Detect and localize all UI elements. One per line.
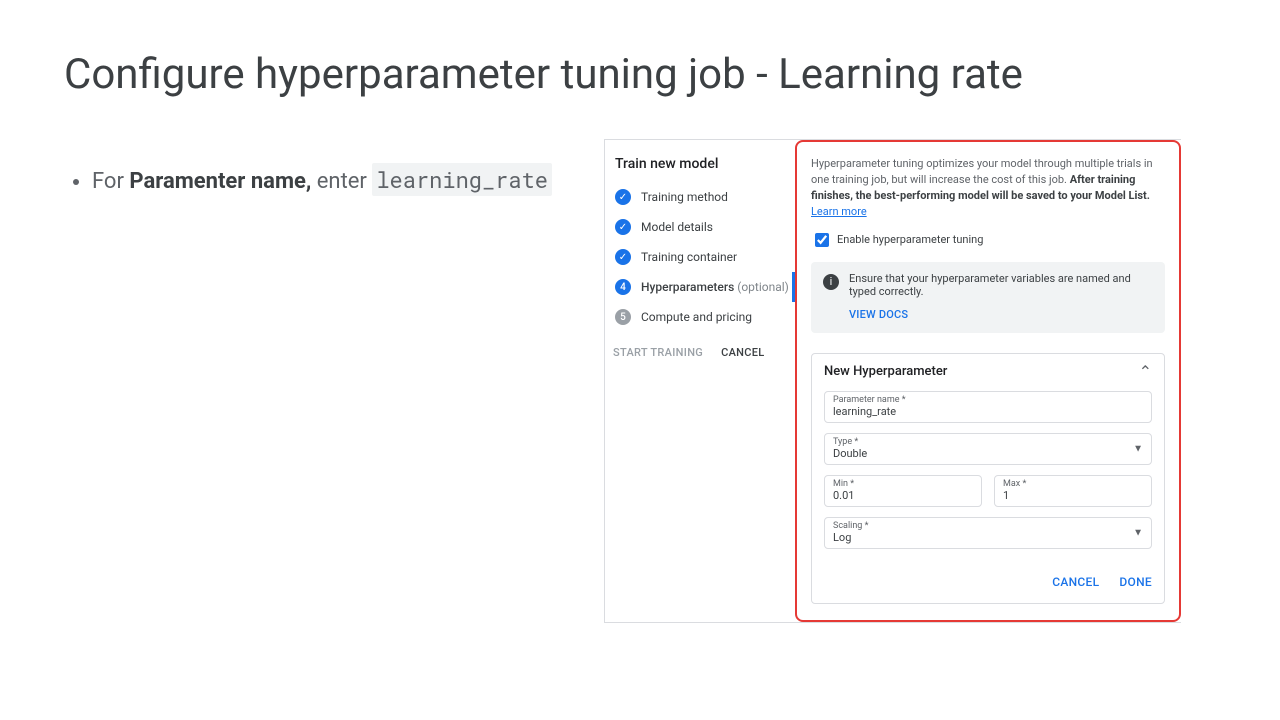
step-label: Hyperparameters bbox=[641, 280, 734, 294]
scaling-select[interactable]: Scaling * Log ▼ bbox=[824, 517, 1152, 549]
step-hyperparameters[interactable]: 4 Hyperparameters (optional) bbox=[613, 272, 795, 302]
step-training-container[interactable]: Training container bbox=[613, 242, 795, 272]
chevron-up-icon[interactable]: ⌃ bbox=[1139, 362, 1152, 381]
info-icon: i bbox=[823, 274, 839, 290]
check-icon bbox=[615, 249, 631, 265]
field-label: Type * bbox=[833, 437, 1143, 447]
step-optional: (optional) bbox=[737, 280, 789, 294]
check-icon bbox=[615, 189, 631, 205]
card-done-button[interactable]: DONE bbox=[1119, 575, 1152, 589]
field-label: Max * bbox=[1003, 479, 1143, 489]
min-field[interactable]: Min * 0.01 bbox=[824, 475, 982, 507]
new-hyperparameter-card: New Hyperparameter ⌃ Parameter name * le… bbox=[811, 353, 1165, 604]
step-label: Compute and pricing bbox=[641, 310, 752, 324]
parameter-name-field[interactable]: Parameter name * learning_rate bbox=[824, 391, 1152, 423]
hp-description: Hyperparameter tuning optimizes your mod… bbox=[811, 156, 1165, 220]
view-docs-link[interactable]: VIEW DOCS bbox=[849, 308, 1153, 321]
step-number-icon: 5 bbox=[615, 309, 631, 325]
card-cancel-button[interactable]: CANCEL bbox=[1052, 575, 1099, 589]
step-label: Model details bbox=[641, 220, 713, 234]
step-compute-pricing[interactable]: 5 Compute and pricing bbox=[613, 302, 795, 332]
stepper: Train new model Training method Model de… bbox=[605, 140, 795, 622]
field-value: Log bbox=[833, 531, 1143, 544]
step-model-details[interactable]: Model details bbox=[613, 212, 795, 242]
max-field[interactable]: Max * 1 bbox=[994, 475, 1152, 507]
check-icon bbox=[615, 219, 631, 235]
card-title: New Hyperparameter bbox=[824, 364, 947, 379]
enable-tuning-checkbox-row[interactable]: Enable hyperparameter tuning bbox=[811, 230, 1165, 250]
enable-tuning-checkbox[interactable] bbox=[815, 233, 829, 247]
info-box: i Ensure that your hyperparameter variab… bbox=[811, 262, 1165, 333]
field-label: Scaling * bbox=[833, 521, 1143, 531]
field-label: Min * bbox=[833, 479, 973, 489]
hyperparameter-panel: Hyperparameter tuning optimizes your mod… bbox=[795, 140, 1181, 622]
dropdown-icon: ▼ bbox=[1133, 443, 1143, 454]
step-training-method[interactable]: Training method bbox=[613, 182, 795, 212]
info-text: Ensure that your hyperparameter variable… bbox=[849, 272, 1153, 298]
enable-tuning-label: Enable hyperparameter tuning bbox=[837, 233, 983, 246]
stepper-title: Train new model bbox=[615, 156, 795, 172]
instructions: For Paramenter name, enter learning_rate bbox=[64, 139, 584, 199]
step-label: Training method bbox=[641, 190, 728, 204]
dropdown-icon: ▼ bbox=[1133, 527, 1143, 538]
instruction-text-suffix: enter bbox=[311, 169, 372, 194]
field-value: 0.01 bbox=[833, 489, 973, 502]
instruction-code: learning_rate bbox=[372, 163, 552, 196]
step-label: Training container bbox=[641, 250, 737, 264]
field-value: learning_rate bbox=[833, 405, 1143, 418]
start-training-button[interactable]: START TRAINING bbox=[613, 346, 703, 359]
instruction-text-prefix: For bbox=[92, 169, 129, 194]
instruction-bold: Paramenter name, bbox=[129, 169, 311, 194]
type-select[interactable]: Type * Double ▼ bbox=[824, 433, 1152, 465]
field-value: Double bbox=[833, 447, 1143, 460]
step-number-icon: 4 bbox=[615, 279, 631, 295]
field-label: Parameter name * bbox=[833, 395, 1143, 405]
field-value: 1 bbox=[1003, 489, 1143, 502]
learn-more-link[interactable]: Learn more bbox=[811, 205, 867, 218]
cancel-button[interactable]: CANCEL bbox=[721, 346, 764, 359]
page-title: Configure hyperparameter tuning job - Le… bbox=[64, 50, 1216, 99]
